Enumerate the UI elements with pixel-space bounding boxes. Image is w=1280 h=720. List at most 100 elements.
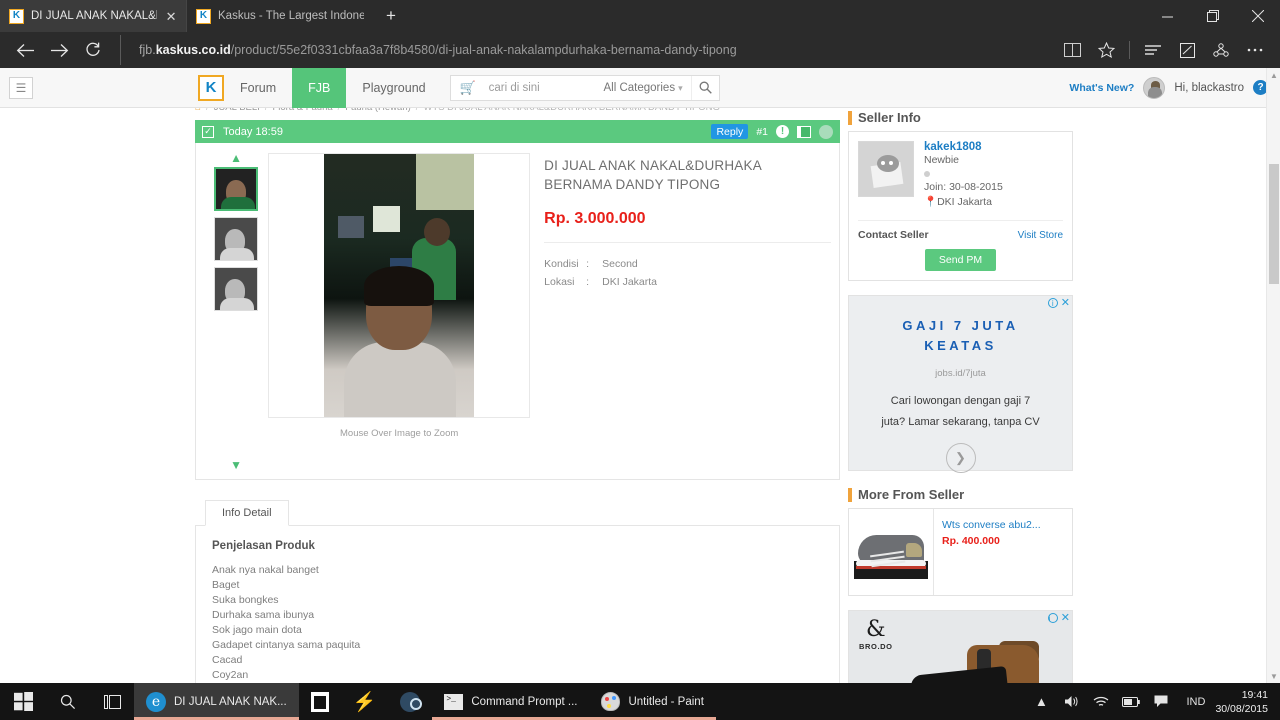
ad-url: jobs.id/7juta	[935, 368, 986, 379]
breadcrumb: ⌂ / JUAL BELI / Flora & Fauna / Fauna (H…	[195, 108, 720, 113]
nav-item-forum[interactable]: Forum	[224, 68, 292, 108]
breadcrumb-item-1[interactable]: Flora & Fauna	[272, 108, 332, 113]
page-scrollbar[interactable]: ▲ ▼	[1266, 68, 1280, 683]
default-avatar-icon[interactable]	[858, 141, 914, 197]
paint-icon	[601, 692, 621, 711]
post-number[interactable]: #1	[756, 126, 768, 138]
advertisement-bottom[interactable]: i ✕ & BRO.DO	[848, 610, 1073, 683]
share-icon[interactable]	[1204, 35, 1238, 65]
ad-close-icon[interactable]: ✕	[1061, 613, 1070, 624]
search-input[interactable]: cari di sini	[485, 82, 604, 94]
seller-username[interactable]: kakek1808	[924, 141, 1003, 153]
chevron-down-icon[interactable]: ▼	[230, 459, 242, 471]
hamburger-icon[interactable]: ☰	[9, 76, 33, 99]
breadcrumb-item-2[interactable]: Fauna (Hewan)	[345, 108, 410, 113]
user-greeting[interactable]: Hi, blackastro	[1174, 82, 1244, 94]
ad-info-icon[interactable]: i	[1047, 298, 1058, 308]
ad-controls: i ✕	[1047, 298, 1070, 309]
thumbnail-gallery: ▲ ▼	[204, 152, 268, 471]
report-icon[interactable]: !	[776, 125, 789, 138]
minimize-icon[interactable]	[1145, 0, 1190, 32]
visit-store-link[interactable]: Visit Store	[1018, 230, 1063, 241]
taskbar-app-store[interactable]	[299, 683, 341, 720]
browser-tab-1[interactable]: K DI JUAL ANAK NAKAL&l ✕	[0, 0, 186, 32]
thumbnail-2[interactable]	[214, 267, 259, 311]
tab-title: Kaskus - The Largest Indone	[218, 10, 364, 22]
wifi-icon[interactable]	[1086, 683, 1116, 720]
site-logo[interactable]: K	[198, 74, 224, 101]
profile-icon[interactable]	[819, 124, 833, 139]
ad-info-icon[interactable]: i	[1047, 613, 1058, 623]
address-bar[interactable]: fjb.kaskus.co.id/product/55e2f0331cbfaa3…	[120, 35, 1055, 65]
close-icon[interactable]	[1235, 0, 1280, 32]
product-price: Rp. 400.000	[942, 535, 1000, 547]
tab-info-detail[interactable]: Info Detail	[205, 500, 289, 526]
taskbar-app-steam[interactable]	[388, 683, 432, 720]
home-icon[interactable]: ⌂	[195, 108, 201, 113]
hub-icon[interactable]	[1136, 35, 1170, 65]
show-hidden-icons[interactable]: ▲	[1026, 683, 1056, 720]
reload-icon[interactable]	[76, 35, 110, 65]
nav-item-playground[interactable]: Playground	[346, 68, 441, 108]
browser-navbar: fjb.kaskus.co.id/product/55e2f0331cbfaa3…	[0, 32, 1280, 68]
maximize-icon[interactable]	[1190, 0, 1235, 32]
bookmark-icon[interactable]	[797, 125, 811, 138]
taskbar-app-edge[interactable]: e DI JUAL ANAK NAK...	[134, 683, 299, 720]
volume-icon[interactable]	[1056, 683, 1086, 720]
language-indicator[interactable]: IND	[1176, 696, 1215, 708]
task-view-icon[interactable]	[90, 683, 134, 720]
ad-close-icon[interactable]: ✕	[1061, 298, 1070, 309]
web-note-icon[interactable]	[1170, 35, 1204, 65]
search-icon[interactable]	[46, 683, 90, 720]
product-name-link[interactable]: Wts converse abu2...	[942, 519, 1064, 531]
chevron-right-icon[interactable]: ❯	[945, 443, 976, 473]
reply-button[interactable]: Reply	[711, 124, 749, 139]
scroll-up-arrow[interactable]: ▲	[1267, 68, 1280, 82]
brodo-logo: & BRO.DO	[859, 619, 893, 652]
list-item[interactable]: Wts converse abu2... Rp. 400.000	[848, 508, 1073, 596]
battery-icon[interactable]	[1116, 683, 1146, 720]
thumbnail-1[interactable]	[214, 217, 259, 261]
checkbox-checked-icon[interactable]: ✓	[202, 125, 214, 138]
advertisement-top[interactable]: i ✕ GAJI 7 JUTA KEATAS jobs.id/7juta Car…	[848, 295, 1073, 473]
browser-titlebar: K DI JUAL ANAK NAKAL&l ✕ K Kaskus - The …	[0, 0, 1280, 32]
search-category-select[interactable]: All Categories ▾	[603, 82, 690, 94]
send-pm-wrap: Send PM	[858, 249, 1063, 271]
action-center-icon[interactable]	[1146, 683, 1176, 720]
sidebar: Seller Info kakek1808 Newbie Join: 30-08…	[848, 110, 1073, 683]
scrollbar-thumb[interactable]	[1269, 164, 1279, 284]
page-viewport: ☰ K Forum FJB Playground 🛒 cari di sini …	[0, 68, 1280, 683]
back-arrow-icon[interactable]	[8, 35, 42, 65]
scroll-down-arrow[interactable]: ▼	[1267, 669, 1280, 683]
taskbar-app-paint[interactable]: Untitled - Paint	[589, 683, 716, 720]
browser-tab-2[interactable]: K Kaskus - The Largest Indone	[186, 0, 372, 32]
taskbar-app-bolt[interactable]: ⚡	[341, 683, 389, 720]
more-icon[interactable]	[1238, 35, 1272, 65]
taskbar-app-command-prompt[interactable]: Command Prompt ...	[432, 683, 590, 720]
product-photo[interactable]	[324, 154, 475, 417]
contact-seller-label: Contact Seller	[858, 229, 929, 241]
windows-start-icon[interactable]	[0, 683, 46, 720]
url-path: /product/55e2f0331cbfaa3a7f8b4580/di-jua…	[230, 43, 737, 57]
nav-item-fjb[interactable]: FJB	[292, 68, 347, 108]
send-pm-button[interactable]: Send PM	[924, 249, 997, 271]
avatar[interactable]	[1143, 76, 1166, 99]
site-search[interactable]: 🛒 cari di sini All Categories ▾	[449, 74, 720, 101]
cart-icon[interactable]: 🛒	[451, 80, 485, 96]
main-image-frame[interactable]	[268, 153, 531, 418]
breadcrumb-item-0[interactable]: JUAL BELI	[214, 108, 260, 113]
whats-new-link[interactable]: What's New?	[1069, 82, 1134, 94]
description-line: Gadapet cintanya sama paquita	[212, 639, 361, 651]
close-icon[interactable]: ✕	[164, 10, 178, 23]
description-line: Baget	[212, 579, 240, 591]
seller-info-title: Seller Info	[848, 110, 1073, 125]
clock[interactable]: 19:41 30/08/2015	[1215, 688, 1280, 716]
new-tab-button[interactable]: +	[372, 0, 410, 32]
forward-arrow-icon[interactable]	[42, 35, 76, 65]
reading-view-icon[interactable]	[1055, 35, 1089, 65]
search-icon[interactable]	[690, 75, 719, 100]
chevron-up-icon[interactable]: ▲	[230, 152, 242, 164]
favorites-star-icon[interactable]	[1089, 35, 1123, 65]
thumbnail-0[interactable]	[214, 167, 259, 211]
steam-icon	[400, 691, 423, 712]
